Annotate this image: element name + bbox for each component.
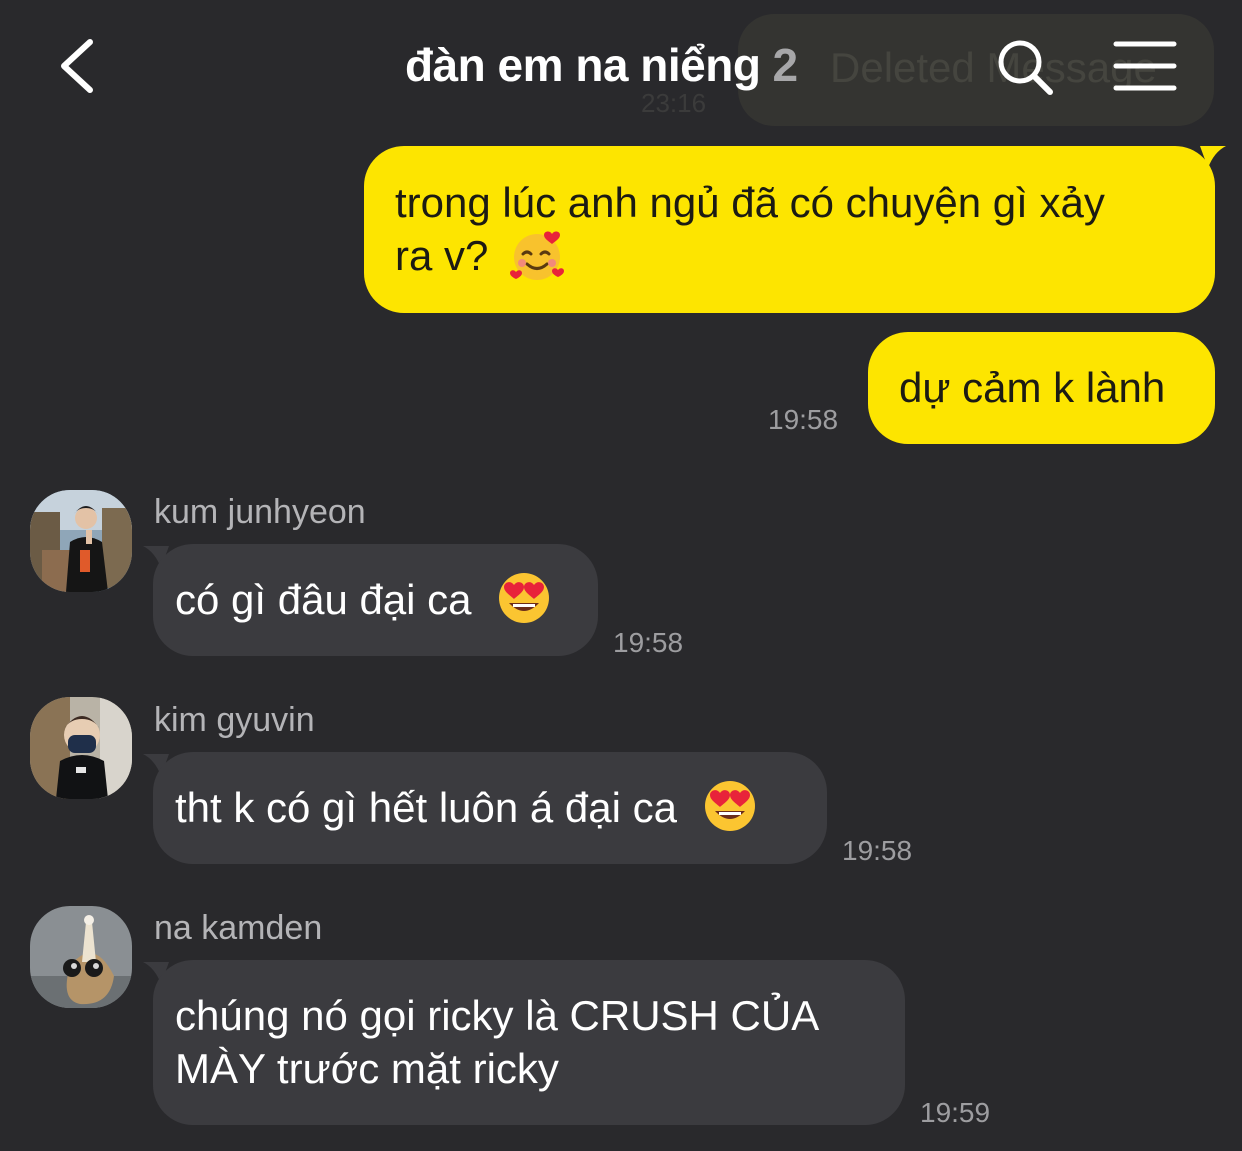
search-icon — [998, 40, 1053, 95]
message-text: dự cảm k lành — [899, 364, 1166, 411]
message-time: 19:58 — [842, 835, 913, 866]
message-text: tht k có gì hết luôn á đại ca — [175, 784, 677, 831]
sender-name: na kamden — [154, 909, 323, 947]
deleted-message-text: Deleted Message — [830, 44, 1157, 91]
bubble-tail — [1200, 146, 1226, 168]
heart-eyes-emoji-icon — [499, 572, 550, 623]
message-text-line: ra v? — [395, 232, 489, 279]
profile-photo — [30, 490, 132, 592]
their-message-bubble[interactable]: có gì đâu đại ca — [153, 544, 598, 656]
chat-room-name: đàn em na niểng — [405, 39, 761, 91]
avatar[interactable] — [30, 697, 132, 799]
message-text-line: chúng nó gọi ricky là CRUSH CỦA — [175, 992, 820, 1039]
sender-name: kim gyuvin — [154, 701, 315, 739]
member-count: 2 — [772, 39, 798, 91]
message-text: có gì đâu đại ca — [175, 576, 472, 623]
profile-photo — [30, 697, 132, 799]
menu-button[interactable] — [1112, 38, 1178, 94]
message-time: 19:59 — [920, 1097, 991, 1128]
back-button[interactable] — [52, 36, 108, 96]
my-message-bubble[interactable]: dự cảm k lành — [868, 332, 1215, 444]
avatar[interactable] — [30, 906, 132, 1008]
chevron-left-icon — [61, 39, 93, 93]
sender-name: kum junhyeon — [154, 493, 366, 531]
message-text-line: trong lúc anh ngủ đã có chuyện gì xảy — [395, 179, 1105, 226]
their-message-bubble[interactable]: tht k có gì hết luôn á đại ca — [153, 752, 827, 864]
smiling-face-with-hearts-icon — [510, 231, 565, 280]
message-time: 19:58 — [768, 404, 839, 435]
deleted-message-time: 23:16 — [641, 88, 707, 118]
my-message-bubble[interactable]: trong lúc anh ngủ đã có chuyện gì xảy ra… — [364, 146, 1215, 313]
search-button[interactable] — [996, 38, 1054, 96]
chat-screen: Deleted Message 23:16 đàn em na niểng 2 t… — [0, 0, 1242, 1151]
message-text-line: MÀY trước mặt ricky — [175, 1045, 559, 1092]
avatar[interactable] — [30, 490, 132, 592]
message-time: 19:58 — [613, 627, 684, 658]
their-message-bubble[interactable]: chúng nó gọi ricky là CRUSH CỦA MÀY trướ… — [153, 960, 905, 1125]
hamburger-menu-icon — [1113, 41, 1177, 91]
heart-eyes-emoji-icon — [704, 780, 755, 831]
chat-title: đàn em na niểng 2 — [405, 38, 798, 92]
profile-photo — [30, 906, 132, 1008]
